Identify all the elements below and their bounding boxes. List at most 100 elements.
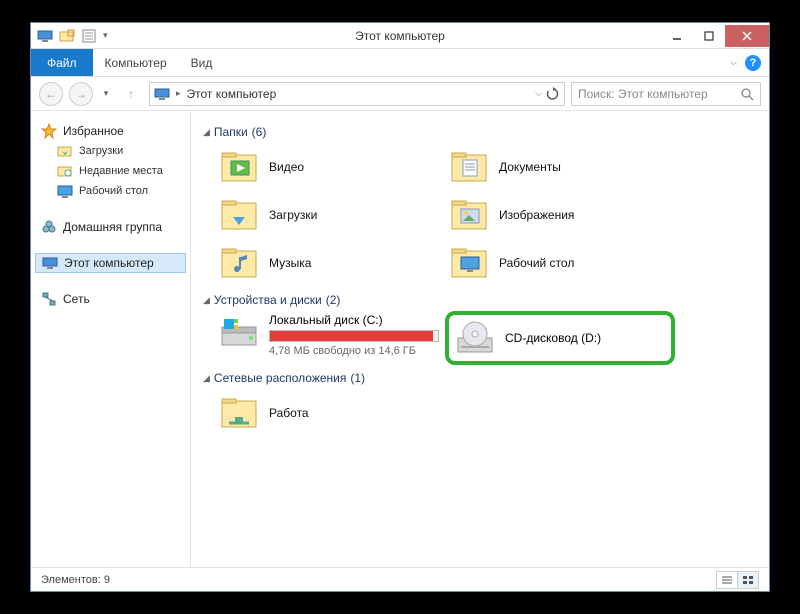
address-bar[interactable]: ▸ Этот компьютер ⌵ (149, 82, 565, 106)
up-button[interactable]: ↑ (119, 82, 143, 106)
folder-picture-icon (449, 195, 489, 235)
body: Избранное Загрузки Недавние места Рабочи… (31, 111, 769, 567)
refresh-icon[interactable] (546, 87, 560, 101)
section-count: (2) (326, 293, 341, 307)
history-dropdown[interactable]: ▾ (99, 82, 113, 106)
folder-videos[interactable]: Видео (215, 143, 445, 191)
sidebar-item-downloads[interactable]: Загрузки (35, 141, 186, 161)
view-details-button[interactable] (716, 571, 738, 589)
explorer-window: ▾ Этот компьютер Файл Компьютер Вид ⌵ ? … (30, 22, 770, 592)
maximize-button[interactable] (693, 25, 725, 47)
search-placeholder: Поиск: Этот компьютер (578, 87, 740, 101)
search-input[interactable]: Поиск: Этот компьютер (571, 82, 761, 106)
sidebar-network[interactable]: Сеть (35, 289, 186, 309)
folders-grid: Видео Документы Загрузки Изображения Муз… (215, 143, 751, 287)
ribbon-tab-computer[interactable]: Компьютер (93, 49, 179, 76)
titlebar: ▾ Этот компьютер (31, 23, 769, 49)
hdd-icon (219, 313, 259, 353)
collapse-icon: ◢ (203, 127, 210, 138)
computer-icon (42, 255, 58, 271)
item-label: Видео (269, 160, 304, 174)
section-network-locations[interactable]: ◢ Сетевые расположения (1) (203, 371, 751, 385)
star-icon (41, 123, 57, 139)
close-button[interactable] (725, 25, 769, 47)
folder-document-icon (449, 147, 489, 187)
titlebar-properties-icon[interactable] (81, 28, 97, 44)
sidebar-this-pc[interactable]: Этот компьютер (35, 253, 186, 273)
sidebar-item-label: Недавние места (79, 165, 163, 177)
help-icon[interactable]: ? (745, 55, 761, 71)
statusbar-item-count: Элементов: 9 (41, 574, 110, 586)
address-dropdown-icon[interactable]: ⌵ (535, 88, 542, 99)
desktop-icon (57, 183, 73, 199)
folder-downloads[interactable]: Загрузки (215, 191, 445, 239)
back-button[interactable]: ← (39, 82, 63, 106)
sidebar-item-label: Сеть (63, 292, 90, 306)
minimize-button[interactable] (661, 25, 693, 47)
sidebar-item-label: Загрузки (79, 145, 123, 157)
navigation-pane: Избранное Загрузки Недавние места Рабочи… (31, 111, 191, 567)
sidebar-favorites[interactable]: Избранное (35, 121, 186, 141)
drive-label: Локальный диск (C:) (269, 313, 439, 327)
section-label: Папки (214, 125, 248, 139)
item-label: Изображения (499, 208, 574, 222)
ribbon-tabs: Файл Компьютер Вид ⌵ ? (31, 49, 769, 77)
statusbar: Элементов: 9 (31, 567, 769, 591)
network-folder-icon (219, 393, 259, 433)
sidebar-item-label: Этот компьютер (64, 256, 154, 270)
section-label: Устройства и диски (214, 293, 322, 307)
titlebar-computer-icon (37, 28, 53, 44)
collapse-icon: ◢ (203, 295, 210, 306)
folder-desktop[interactable]: Рабочий стол (445, 239, 675, 287)
network-icon (41, 291, 57, 307)
item-label: Документы (499, 160, 561, 174)
folder-pictures[interactable]: Изображения (445, 191, 675, 239)
recent-icon (57, 163, 73, 179)
forward-button[interactable]: → (69, 82, 93, 106)
homegroup-icon (41, 219, 57, 235)
folder-documents[interactable]: Документы (445, 143, 675, 191)
item-label: Рабочий стол (499, 256, 574, 270)
titlebar-dropdown-icon[interactable]: ▾ (103, 30, 108, 41)
sidebar-item-label: Рабочий стол (79, 185, 148, 197)
sidebar-item-label: Домашняя группа (63, 220, 162, 234)
breadcrumb-item[interactable]: Этот компьютер (187, 87, 277, 101)
collapse-icon: ◢ (203, 373, 210, 384)
folder-music[interactable]: Музыка (215, 239, 445, 287)
section-devices[interactable]: ◢ Устройства и диски (2) (203, 293, 751, 307)
item-label: Загрузки (269, 208, 317, 222)
network-location-work[interactable]: Работа (215, 389, 445, 437)
folder-video-icon (219, 147, 259, 187)
ribbon-tab-file[interactable]: Файл (31, 49, 93, 76)
drive-cd-d[interactable]: CD-дисковод (D:) (445, 311, 675, 365)
breadcrumb-separator-icon: ▸ (176, 88, 181, 99)
sidebar-item-label: Избранное (63, 124, 124, 138)
folder-music-icon (219, 243, 259, 283)
ribbon-expand-icon[interactable]: ⌵ (730, 57, 737, 68)
drive-local-c[interactable]: Локальный диск (C:) 4,78 МБ свободно из … (215, 311, 445, 365)
address-bar-row: ← → ▾ ↑ ▸ Этот компьютер ⌵ Поиск: Этот к… (31, 77, 769, 111)
view-toggle (717, 571, 759, 589)
network-grid: Работа (215, 389, 751, 437)
computer-icon (154, 86, 170, 102)
item-label: Работа (269, 406, 309, 420)
content-pane: ◢ Папки (6) Видео Документы Загрузки (191, 111, 769, 567)
folder-desktop-icon (449, 243, 489, 283)
section-count: (1) (350, 371, 365, 385)
folder-download-icon (219, 195, 259, 235)
section-label: Сетевые расположения (214, 371, 346, 385)
item-label: Музыка (269, 256, 311, 270)
sidebar-item-recent[interactable]: Недавние места (35, 161, 186, 181)
capacity-bar (269, 330, 439, 342)
sidebar-homegroup[interactable]: Домашняя группа (35, 217, 186, 237)
sidebar-item-desktop[interactable]: Рабочий стол (35, 181, 186, 201)
drive-status: 4,78 МБ свободно из 14,6 ГБ (269, 345, 439, 357)
cdrom-icon (455, 318, 495, 358)
titlebar-newfolder-icon[interactable] (59, 28, 75, 44)
window-title: Этот компьютер (355, 29, 445, 43)
view-tiles-button[interactable] (737, 571, 759, 589)
section-count: (6) (252, 125, 267, 139)
section-folders[interactable]: ◢ Папки (6) (203, 125, 751, 139)
ribbon-tab-view[interactable]: Вид (179, 49, 225, 76)
folder-download-icon (57, 143, 73, 159)
